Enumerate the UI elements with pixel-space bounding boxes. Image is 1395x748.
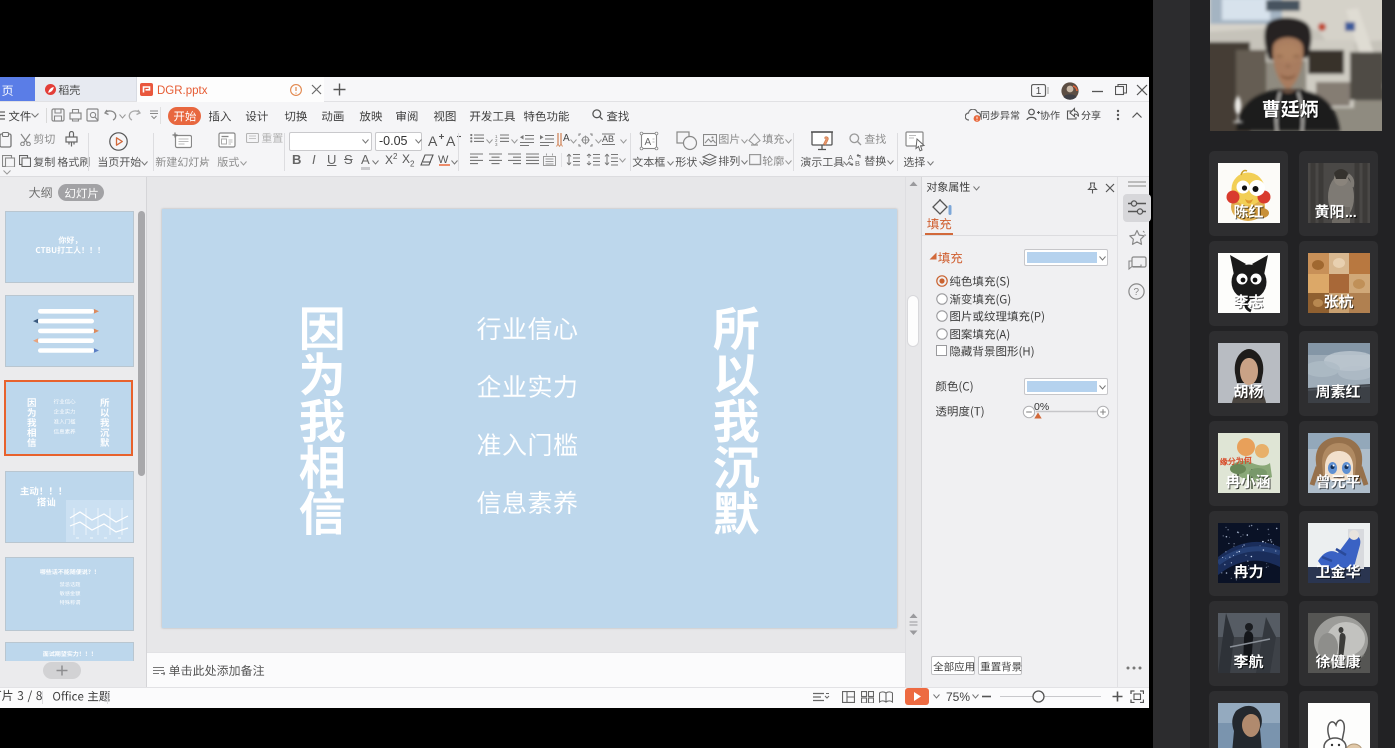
svg-text:AB: AB bbox=[602, 134, 614, 144]
svg-text:A: A bbox=[563, 133, 570, 144]
svg-text:A: A bbox=[428, 133, 438, 148]
svg-text:3: 3 bbox=[495, 142, 498, 147]
svg-text:?: ? bbox=[1134, 287, 1140, 298]
svg-text:1: 1 bbox=[1036, 86, 1042, 97]
svg-text:A: A bbox=[645, 137, 652, 148]
svg-text:W: W bbox=[438, 154, 449, 166]
svg-text:B: B bbox=[855, 159, 860, 166]
svg-text:A: A bbox=[446, 133, 456, 148]
svg-text:A: A bbox=[848, 153, 853, 162]
